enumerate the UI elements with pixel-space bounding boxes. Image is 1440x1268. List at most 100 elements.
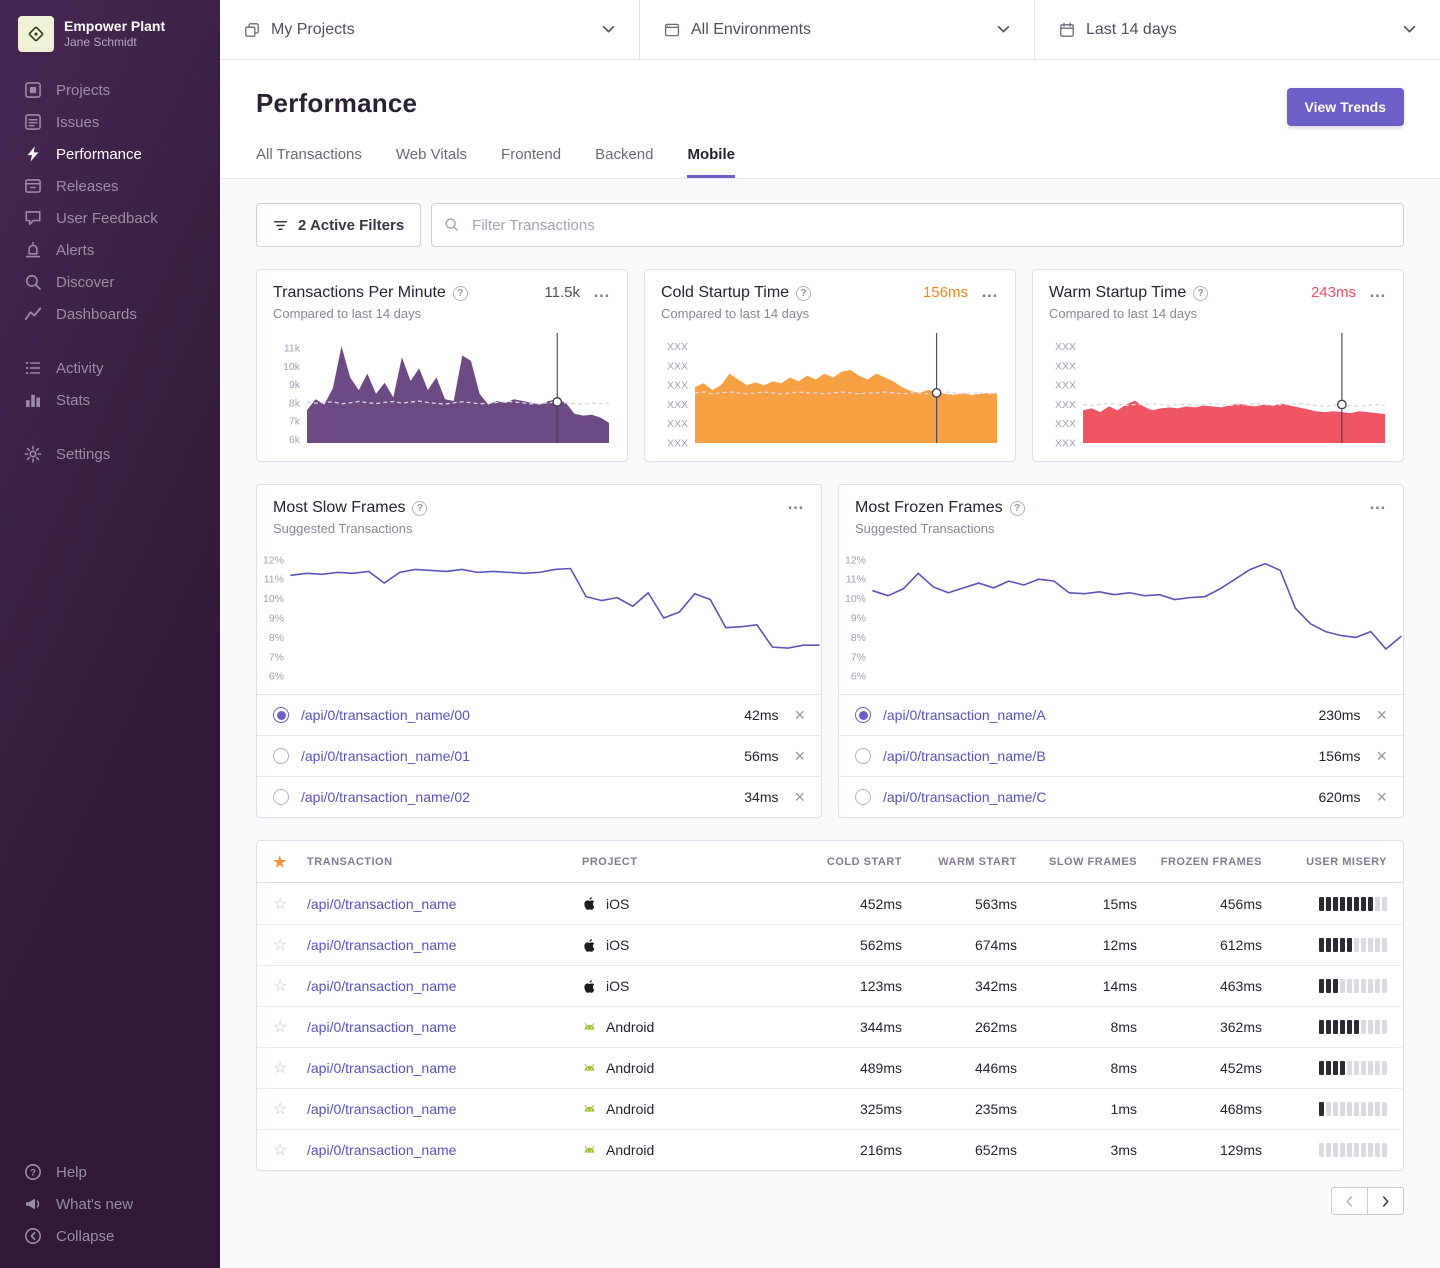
sidebar-item-projects[interactable]: Projects: [0, 74, 220, 106]
radio-button[interactable]: [273, 748, 289, 764]
star-icon[interactable]: ☆: [273, 1099, 307, 1119]
help-circle-icon[interactable]: ?: [796, 286, 811, 301]
date-range-dropdown[interactable]: Last 14 days: [1035, 0, 1440, 59]
sidebar-item-user-feedback[interactable]: User Feedback: [0, 202, 220, 234]
environment-filter-dropdown[interactable]: All Environments: [640, 0, 1035, 59]
help-circle-icon[interactable]: ?: [1193, 286, 1208, 301]
tab-mobile[interactable]: Mobile: [687, 146, 735, 178]
svg-text:6k: 6k: [289, 434, 301, 446]
star-icon[interactable]: ☆: [273, 1058, 307, 1078]
chart-card-warm-startup-time: Warm Startup Time ? 243ms … Compared to …: [1032, 269, 1404, 462]
sidebar-item-alerts[interactable]: Alerts: [0, 234, 220, 266]
sidebar-item-issues[interactable]: Issues: [0, 106, 220, 138]
sidebar-item-stats[interactable]: Stats: [0, 384, 220, 416]
more-options-icon[interactable]: …: [981, 287, 999, 297]
sidebar-item-help[interactable]: ? Help: [0, 1156, 220, 1188]
help-circle-icon[interactable]: ?: [1010, 501, 1025, 516]
transaction-link[interactable]: /api/0/transaction_name: [307, 978, 456, 994]
transaction-link[interactable]: /api/0/transaction_name/A: [883, 707, 1306, 723]
transaction-link[interactable]: /api/0/transaction_name: [307, 1142, 456, 1158]
svg-text:11k: 11k: [284, 343, 301, 355]
transaction-link[interactable]: /api/0/transaction_name/C: [883, 789, 1306, 805]
svg-text:XXX: XXX: [1055, 418, 1076, 430]
suggested-transaction-row: /api/0/transaction_name/C 620ms ×: [839, 776, 1403, 817]
transaction-link[interactable]: /api/0/transaction_name/02: [301, 789, 732, 805]
close-icon[interactable]: ×: [1376, 788, 1387, 806]
sidebar-item-discover[interactable]: Discover: [0, 266, 220, 298]
radio-button[interactable]: [273, 789, 289, 805]
sidebar-item-activity[interactable]: Activity: [0, 352, 220, 384]
help-circle-icon[interactable]: ?: [412, 501, 427, 516]
suggested-transactions-list: /api/0/transaction_name/A 230ms × /api/0…: [839, 694, 1403, 817]
user-feedback-icon: [24, 209, 42, 227]
svg-text:10k: 10k: [283, 361, 301, 373]
more-options-icon[interactable]: …: [787, 499, 805, 509]
more-options-icon[interactable]: …: [1369, 287, 1387, 297]
close-icon[interactable]: ×: [1376, 706, 1387, 724]
user-misery-bars: [1262, 1020, 1387, 1034]
projects-icon: [24, 81, 42, 99]
transaction-link[interactable]: /api/0/transaction_name: [307, 1101, 456, 1117]
transaction-link[interactable]: /api/0/transaction_name/B: [883, 748, 1306, 764]
transaction-link[interactable]: /api/0/transaction_name: [307, 937, 456, 953]
platform-label: iOS: [606, 978, 629, 994]
radio-button-selected[interactable]: [273, 707, 289, 723]
radio-button-selected[interactable]: [855, 707, 871, 723]
sidebar-item-collapse[interactable]: Collapse: [0, 1220, 220, 1252]
svg-text:11%: 11%: [264, 574, 284, 586]
project-filter-dropdown[interactable]: My Projects: [220, 0, 640, 59]
star-icon[interactable]: ☆: [273, 894, 307, 914]
close-icon[interactable]: ×: [794, 747, 805, 765]
star-icon[interactable]: ☆: [273, 1140, 307, 1160]
sidebar-item-performance[interactable]: Performance: [0, 138, 220, 170]
apple-icon: [582, 896, 597, 911]
transaction-link[interactable]: /api/0/transaction_name: [307, 1019, 456, 1035]
column-header-cold-start: Cold Start: [797, 856, 902, 868]
sidebar-item-label: What's new: [56, 1196, 133, 1213]
chart-summary-value: 156ms: [923, 284, 968, 301]
sidebar-item-settings[interactable]: Settings: [0, 438, 220, 470]
tab-backend[interactable]: Backend: [595, 146, 653, 178]
column-header-transaction: Transaction: [307, 856, 582, 868]
area-chart: XXXXXXXXXXXXXXXXXX: [1049, 331, 1387, 449]
radio-button[interactable]: [855, 748, 871, 764]
chart-card-transactions-per-minute: Transactions Per Minute ? 11.5k … Compar…: [256, 269, 628, 462]
close-icon[interactable]: ×: [1376, 747, 1387, 765]
chart-title: Most Frozen Frames: [855, 499, 1003, 517]
star-icon[interactable]: ☆: [273, 935, 307, 955]
transaction-link[interactable]: /api/0/transaction_name: [307, 896, 456, 912]
search-input[interactable]: [431, 203, 1404, 247]
svg-text:6%: 6%: [851, 671, 866, 683]
previous-page-button[interactable]: [1331, 1187, 1368, 1215]
svg-text:XXX: XXX: [1055, 360, 1076, 372]
more-options-icon[interactable]: …: [1369, 499, 1387, 509]
org-switcher[interactable]: Empower Plant Jane Schmidt: [0, 0, 220, 64]
slow-frames-value: 3ms: [1017, 1142, 1137, 1158]
transaction-link[interactable]: /api/0/transaction_name: [307, 1060, 456, 1076]
tab-frontend[interactable]: Frontend: [501, 146, 561, 178]
close-icon[interactable]: ×: [794, 706, 805, 724]
star-icon[interactable]: ☆: [273, 976, 307, 996]
star-icon[interactable]: ☆: [273, 1017, 307, 1037]
frozen-frames-value: 463ms: [1137, 978, 1262, 994]
help-circle-icon[interactable]: ?: [453, 286, 468, 301]
sidebar-item-what-s-new[interactable]: What's new: [0, 1188, 220, 1220]
tab-all-transactions[interactable]: All Transactions: [256, 146, 362, 178]
active-filters-button[interactable]: 2 Active Filters: [256, 203, 421, 247]
more-options-icon[interactable]: …: [593, 287, 611, 297]
close-icon[interactable]: ×: [794, 788, 805, 806]
android-icon: [582, 1102, 597, 1117]
radio-button[interactable]: [855, 789, 871, 805]
star-icon[interactable]: ★: [273, 853, 307, 871]
transaction-link[interactable]: /api/0/transaction_name/01: [301, 748, 732, 764]
view-trends-button[interactable]: View Trends: [1287, 88, 1404, 126]
next-page-button[interactable]: [1367, 1187, 1404, 1215]
chart-summary-value: 11.5k: [544, 284, 580, 301]
performance-icon: [24, 145, 42, 163]
svg-text:8%: 8%: [269, 632, 284, 644]
sidebar-item-dashboards[interactable]: Dashboards: [0, 298, 220, 330]
transaction-link[interactable]: /api/0/transaction_name/00: [301, 707, 732, 723]
tab-web-vitals[interactable]: Web Vitals: [396, 146, 467, 178]
sidebar-item-releases[interactable]: Releases: [0, 170, 220, 202]
cold-start-value: 452ms: [797, 896, 902, 912]
